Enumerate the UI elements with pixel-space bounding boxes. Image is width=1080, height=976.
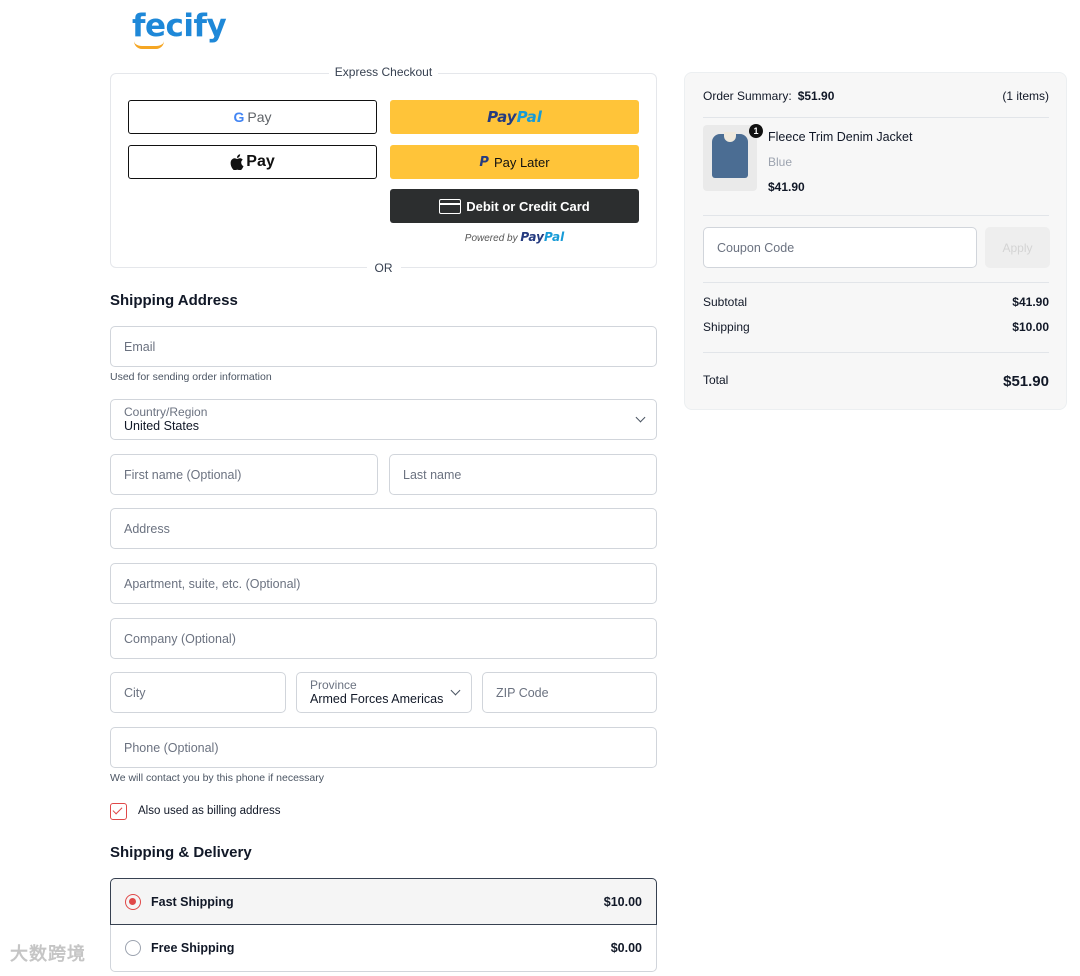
province-value: Armed Forces Americas xyxy=(310,692,444,706)
apple-pay-button[interactable]: Pay xyxy=(128,145,377,179)
radio-unselected-icon[interactable] xyxy=(125,940,141,956)
phone-field[interactable]: Phone (Optional) xyxy=(110,727,657,768)
quantity-badge: 1 xyxy=(749,124,763,138)
apartment-field[interactable]: Apartment, suite, etc. (Optional) xyxy=(110,563,657,604)
credit-card-icon xyxy=(439,198,462,214)
express-checkout-title: Express Checkout xyxy=(111,65,656,79)
subtotal-label: Subtotal xyxy=(703,295,748,309)
shipping-option-fast[interactable]: Fast Shipping $10.00 xyxy=(110,878,657,925)
billing-address-label[interactable]: Also used as billing address xyxy=(138,805,281,817)
apply-coupon-button[interactable]: Apply xyxy=(985,227,1050,268)
shipping-option-label: Fast Shipping xyxy=(151,894,234,909)
paypal-logo: PayPal xyxy=(487,108,542,126)
total-row: Total $51.90 xyxy=(703,373,1049,390)
last-name-field[interactable]: Last name xyxy=(389,454,657,495)
pay-later-label: Pay Later xyxy=(493,154,550,170)
fecify-logo[interactable]: fecify xyxy=(132,8,227,49)
shipping-row: Shipping $10.00 xyxy=(703,320,1049,334)
or-divider: OR xyxy=(111,261,656,275)
order-summary-amount: $51.90 xyxy=(797,89,835,103)
shipping-value: $10.00 xyxy=(1012,320,1049,334)
total-label: Total xyxy=(703,373,729,387)
province-label: Province xyxy=(310,678,357,692)
watermark: 大数跨境 xyxy=(10,944,86,964)
coupon-code-input[interactable]: Coupon Code xyxy=(703,227,977,268)
order-summary-label: Order Summary: xyxy=(703,89,792,103)
province-select[interactable]: Province Armed Forces Americas xyxy=(296,672,472,713)
divider xyxy=(703,215,1049,216)
address-field[interactable]: Address xyxy=(110,508,657,549)
google-g-icon: G xyxy=(233,109,245,125)
zip-code-field[interactable]: ZIP Code xyxy=(482,672,657,713)
express-checkout-panel: Express Checkout G Pay Pay PayPal P Pay … xyxy=(110,65,657,275)
order-summary-panel: Order Summary: $51.90 (1 items) 1 Fleece… xyxy=(684,72,1067,410)
shipping-address-title: Shipping Address xyxy=(110,292,238,309)
debit-credit-card-button[interactable]: Debit or Credit Card xyxy=(390,189,639,223)
google-pay-label: Pay xyxy=(247,109,272,125)
card-label: Debit or Credit Card xyxy=(466,198,590,214)
phone-hint: We will contact you by this phone if nec… xyxy=(110,772,324,784)
radio-selected-icon[interactable] xyxy=(125,893,141,910)
divider xyxy=(703,117,1049,118)
subtotal-row: Subtotal $41.90 xyxy=(703,295,1049,309)
shipping-option-price: $10.00 xyxy=(603,894,642,909)
shipping-delivery-title: Shipping & Delivery xyxy=(110,844,252,861)
divider xyxy=(703,352,1049,353)
item-count: (1 items) xyxy=(1002,89,1049,103)
chevron-down-icon xyxy=(635,412,646,423)
apple-pay-label: Pay xyxy=(246,153,275,170)
email-hint: Used for sending order information xyxy=(110,371,272,383)
subtotal-value: $41.90 xyxy=(1012,295,1049,309)
shipping-option-price: $0.00 xyxy=(610,941,642,955)
item-price: $41.90 xyxy=(768,180,805,194)
first-name-field[interactable]: First name (Optional) xyxy=(110,454,378,495)
email-field[interactable]: Email xyxy=(110,326,657,367)
powered-by-paypal: Powered by PayPal xyxy=(464,230,565,244)
country-label: Country/Region xyxy=(124,405,208,419)
apple-icon xyxy=(230,154,244,170)
paypal-pay-later-button[interactable]: P Pay Later xyxy=(390,145,639,179)
item-name: Fleece Trim Denim Jacket xyxy=(768,130,913,144)
country-select[interactable]: Country/Region United States xyxy=(110,399,657,440)
logo-swoosh xyxy=(134,41,164,49)
shipping-option-free[interactable]: Free Shipping $0.00 xyxy=(110,925,657,972)
item-variant: Blue xyxy=(768,155,793,169)
denim-jacket-image xyxy=(703,125,757,191)
total-value: $51.90 xyxy=(1003,373,1049,390)
company-field[interactable]: Company (Optional) xyxy=(110,618,657,659)
google-pay-button[interactable]: G Pay xyxy=(128,100,377,134)
shipping-option-label: Free Shipping xyxy=(151,941,235,955)
shipping-label: Shipping xyxy=(703,320,750,334)
billing-address-checkbox[interactable] xyxy=(110,803,127,820)
paypal-button[interactable]: PayPal xyxy=(390,100,639,134)
paypal-p-icon: P xyxy=(479,154,489,170)
logo-text: fecify xyxy=(132,8,227,44)
chevron-down-icon xyxy=(450,685,461,696)
jacket-shape xyxy=(712,132,748,178)
city-field[interactable]: City xyxy=(110,672,286,713)
order-summary-header: Order Summary: $51.90 (1 items) xyxy=(703,89,1049,103)
divider xyxy=(703,282,1049,283)
country-value: United States xyxy=(124,419,200,433)
